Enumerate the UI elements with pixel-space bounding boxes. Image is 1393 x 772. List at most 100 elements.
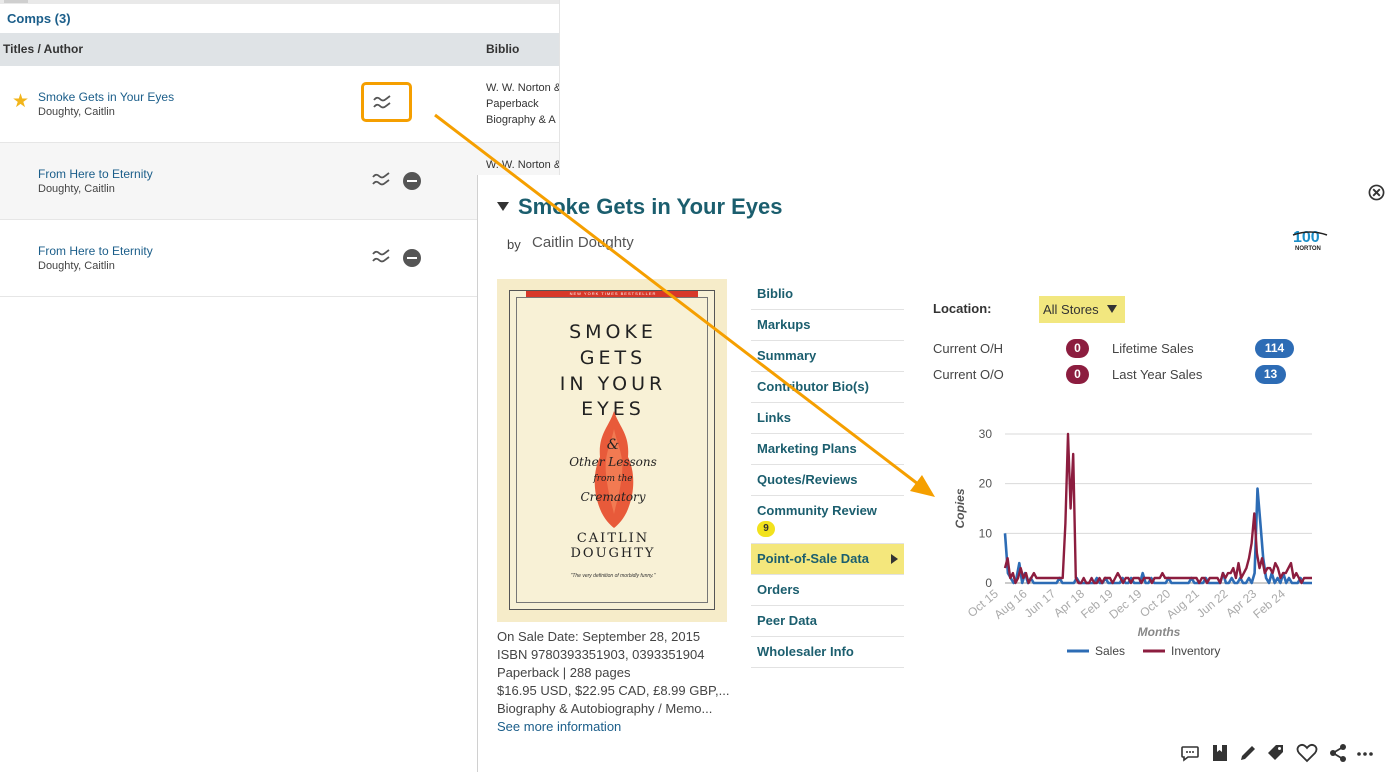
- flame-illustration: [594, 411, 634, 528]
- collapse-toggle-icon[interactable]: [497, 202, 509, 211]
- series-line-inventory: [1003, 432, 1312, 585]
- nav-item-biblio[interactable]: Biblio: [751, 279, 904, 310]
- biblio-category: Biography & A: [486, 114, 556, 126]
- heart-icon[interactable]: [1296, 743, 1318, 763]
- cover-amp: &: [606, 437, 620, 453]
- biblio-format: Paperback: [486, 98, 539, 110]
- y-tick-label: 20: [979, 477, 993, 491]
- location-value: All Stores: [1043, 302, 1099, 317]
- author-name[interactable]: Caitlin Doughty: [532, 234, 634, 251]
- cover-title-line: IN YOUR: [559, 373, 667, 395]
- by-label: by: [507, 237, 521, 252]
- table-row: From Here to Eternity Doughty, Caitlin W…: [0, 143, 559, 220]
- format: Paperback | 288 pages: [497, 665, 631, 680]
- book-cover[interactable]: NEW YORK TIMES BESTSELLER SMOKE GETS IN …: [509, 290, 715, 610]
- cover-title-line: SMOKE: [569, 321, 657, 343]
- x-tick-label: Jun 17: [1022, 586, 1059, 620]
- comp-title-link[interactable]: From Here to Eternity: [38, 244, 153, 258]
- publisher-logo: 100 NORTON: [1292, 229, 1328, 252]
- current-oo-label: Current O/O: [933, 367, 1004, 382]
- pos-chart[interactable]: 0102030Oct 15Aug 16Jun 17Apr 18Feb 19Dec…: [950, 420, 1330, 670]
- x-tick-label: Aug 16: [991, 586, 1029, 621]
- cover-subtitle-line: Other Lessons: [569, 455, 657, 469]
- comment-icon[interactable]: [1180, 743, 1200, 763]
- comps-table-header: Titles / Author Biblio: [0, 33, 559, 66]
- biblio-publisher: W. W. Norton &: [486, 82, 559, 94]
- isbn: ISBN 9780393351903, 0393351904: [497, 647, 705, 662]
- last-year-sales-badge: 13: [1255, 365, 1286, 384]
- x-axis-title: Months: [1138, 625, 1181, 639]
- nav-item-summary[interactable]: Summary: [751, 341, 904, 372]
- remove-comp-icon[interactable]: [403, 172, 421, 190]
- nav-item-community[interactable]: Community Review 9: [751, 496, 904, 544]
- nav-item-pos-label: Point-of-Sale Data: [757, 551, 869, 566]
- callout-highlight: [361, 82, 412, 122]
- page-title: Smoke Gets in Your Eyes: [518, 194, 783, 219]
- trend-icon[interactable]: [372, 171, 390, 187]
- x-tick-label: Aug 21: [1164, 586, 1202, 621]
- current-oh-badge: 0: [1066, 339, 1089, 358]
- location-select[interactable]: All Stores: [1039, 296, 1125, 323]
- current-oo-badge: 0: [1066, 365, 1089, 384]
- book-metadata: On Sale Date: September 28, 2015 ISBN 97…: [497, 628, 732, 736]
- cover-subtitle-line: Crematory: [580, 490, 646, 504]
- nav-item-orders[interactable]: Orders: [751, 575, 904, 606]
- see-more-link[interactable]: See more information: [497, 718, 732, 736]
- nav-item-quotes[interactable]: Quotes/Reviews: [751, 465, 904, 496]
- caret-right-icon: [891, 554, 898, 564]
- comp-biblio: W. W. Norton & Paperback Biography & A: [486, 80, 559, 128]
- cover-title-line: GETS: [579, 347, 647, 369]
- star-icon[interactable]: ★: [12, 90, 29, 113]
- y-tick-label: 30: [979, 427, 993, 441]
- category: Biography & Autobiography / Memo...: [497, 701, 713, 716]
- nav-item-community-label: Community Review: [757, 503, 877, 518]
- location-label: Location:: [933, 301, 992, 316]
- x-tick-label: Jun 22: [1194, 586, 1231, 620]
- nav-item-pos[interactable]: Point-of-Sale Data: [751, 544, 904, 575]
- comps-panel: Comps (3) Titles / Author Biblio ★ Smoke…: [0, 0, 560, 297]
- cover-banner: NEW YORK TIMES BESTSELLER: [569, 291, 657, 296]
- close-icon[interactable]: [1368, 184, 1385, 201]
- share-icon[interactable]: [1328, 743, 1348, 763]
- bookmark-icon[interactable]: [1210, 743, 1230, 763]
- comp-author: Doughty, Caitlin: [38, 183, 115, 195]
- y-tick-label: 10: [979, 526, 993, 540]
- community-count-badge: 9: [757, 521, 775, 537]
- comp-title-link[interactable]: Smoke Gets in Your Eyes: [38, 90, 174, 104]
- column-header-biblio[interactable]: Biblio: [486, 42, 519, 56]
- more-icon[interactable]: [1355, 743, 1375, 763]
- trend-icon[interactable]: [372, 248, 390, 264]
- x-tick-label: Dec 19: [1106, 586, 1144, 621]
- remove-comp-icon[interactable]: [403, 249, 421, 267]
- nav-item-wholesaler[interactable]: Wholesaler Info: [751, 637, 904, 668]
- cover-author-line: CAITLIN: [576, 531, 650, 546]
- comp-author: Doughty, Caitlin: [38, 260, 115, 272]
- y-axis-title: Copies: [953, 488, 967, 528]
- comps-topbar: [0, 0, 559, 4]
- lifetime-sales-label: Lifetime Sales: [1112, 341, 1194, 356]
- lifetime-sales-badge: 114: [1255, 339, 1294, 358]
- comp-biblio: W. W. Norton &: [486, 157, 559, 173]
- edit-icon[interactable]: [1238, 743, 1258, 763]
- tag-icon[interactable]: [1266, 743, 1286, 763]
- column-header-titles[interactable]: Titles / Author: [3, 42, 83, 56]
- cover-quote: "The very definition of morbidly funny.": [570, 573, 656, 579]
- legend-label: Sales: [1095, 644, 1125, 658]
- nav-item-peer[interactable]: Peer Data: [751, 606, 904, 637]
- price: $16.95 USD, $22.95 CAD, £8.99 GBP,...: [497, 683, 730, 698]
- x-tick-label: Feb 24: [1250, 586, 1288, 621]
- svg-text:NORTON: NORTON: [1295, 246, 1321, 252]
- comps-title[interactable]: Comps (3): [7, 11, 71, 26]
- current-oh-label: Current O/H: [933, 341, 1004, 356]
- comp-author: Doughty, Caitlin: [38, 106, 115, 118]
- nav-item-marketing[interactable]: Marketing Plans: [751, 434, 904, 465]
- on-sale-date: On Sale Date: September 28, 2015: [497, 629, 701, 644]
- table-row: ★ Smoke Gets in Your Eyes Doughty, Caitl…: [0, 66, 559, 143]
- nav-item-links[interactable]: Links: [751, 403, 904, 434]
- legend-label: Inventory: [1171, 644, 1220, 658]
- nav-item-contributor[interactable]: Contributor Bio(s): [751, 372, 904, 403]
- comp-title-link[interactable]: From Here to Eternity: [38, 167, 153, 181]
- action-toolbar: [1180, 743, 1380, 763]
- last-year-sales-label: Last Year Sales: [1112, 367, 1203, 382]
- nav-item-markups[interactable]: Markups: [751, 310, 904, 341]
